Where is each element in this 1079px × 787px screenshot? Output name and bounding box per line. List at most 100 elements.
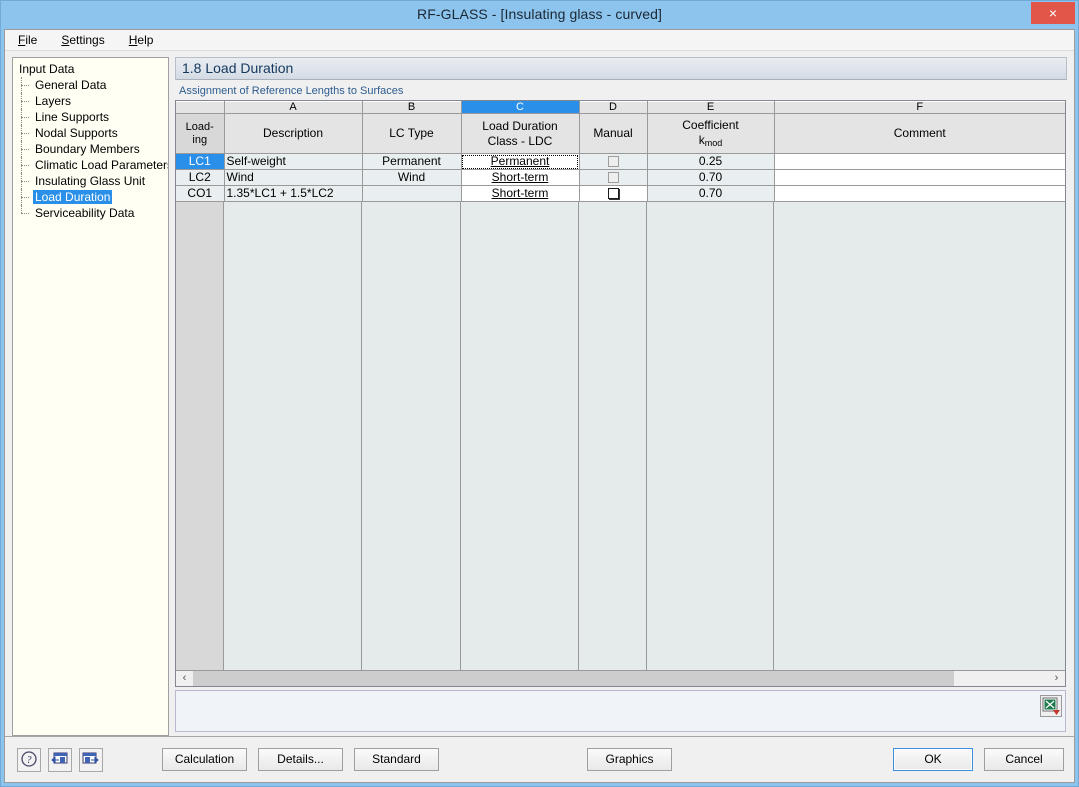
excel-export-icon[interactable] [1040, 695, 1062, 717]
cell-lc-type[interactable] [362, 185, 462, 202]
filler-col-a [224, 202, 362, 670]
graphics-button[interactable]: Graphics [587, 748, 672, 771]
header-load-duration-class: Load Duration Class - LDC [461, 113, 580, 154]
cell-ldc-text: Permanent [490, 154, 550, 168]
standard-button[interactable]: Standard [354, 748, 439, 771]
sidebar-item-general-data[interactable]: General Data [17, 77, 166, 93]
help-icon[interactable]: ? [17, 747, 41, 772]
filler-col-d [579, 202, 647, 670]
cell-ldc[interactable]: Permanent [461, 153, 580, 170]
column-header-d[interactable]: D [579, 101, 648, 114]
sidebar-item-line-supports[interactable]: Line Supports [17, 109, 166, 125]
scroll-right-arrow-icon[interactable]: › [1048, 671, 1065, 686]
application-window: RF-GLASS - [Insulating glass - curved] ×… [0, 0, 1079, 787]
cell-manual[interactable] [579, 153, 648, 170]
cell-comment[interactable] [774, 153, 1065, 170]
page-title: 1.8 Load Duration [175, 57, 1067, 80]
navigation-tree[interactable]: Input Data General Data Layers Line Supp… [12, 57, 169, 736]
next-window-icon[interactable] [79, 747, 103, 772]
header-comment: Comment [774, 113, 1065, 154]
table-row[interactable]: LC1 Self-weight Permanent Permanent 0.25 [176, 153, 1065, 170]
filler-col-e [647, 202, 774, 670]
previous-window-icon[interactable] [48, 747, 72, 772]
data-grid[interactable]: A B C D E F Load-ing Description LC Type… [175, 100, 1066, 687]
column-header-b[interactable]: B [362, 101, 462, 114]
client-area: File Settings Help Input Data General Da… [4, 29, 1075, 783]
filler-col-b [362, 202, 461, 670]
cell-manual[interactable] [579, 169, 648, 186]
cell-ldc-text: Short-term [491, 186, 549, 200]
cell-manual[interactable] [579, 185, 648, 202]
cell-lc-type[interactable]: Wind [362, 169, 462, 186]
excel-export-glyph [1042, 697, 1060, 715]
cell-comment[interactable] [774, 169, 1065, 186]
header-manual-label: Manual [593, 126, 633, 140]
filler-col-c [461, 202, 579, 670]
scroll-left-arrow-icon[interactable]: ‹ [176, 671, 193, 686]
column-header-e[interactable]: E [647, 101, 775, 114]
row-id-co1[interactable]: CO1 [176, 185, 225, 202]
cell-kmod[interactable]: 0.70 [647, 169, 775, 186]
sidebar-item-nodal-supports[interactable]: Nodal Supports [17, 125, 166, 141]
sidebar-item-climatic-load-parameters[interactable]: Climatic Load Parameters [17, 157, 169, 173]
cell-kmod[interactable]: 0.25 [647, 153, 775, 170]
column-letter-row: A B C D E F [176, 101, 1065, 114]
header-coefficient-kmod: Coefficient kmod [647, 113, 775, 154]
ok-button[interactable]: OK [893, 748, 973, 771]
header-manual: Manual [579, 113, 648, 154]
details-button[interactable]: Details... [258, 748, 343, 771]
sidebar-item-load-duration[interactable]: Load Duration [17, 189, 166, 205]
cell-lc-type[interactable]: Permanent [362, 153, 462, 170]
cell-ldc[interactable]: Short-term [461, 185, 580, 202]
column-caption-row: Load-ing Description LC Type Load Durati… [176, 113, 1065, 154]
grid-empty-area[interactable] [176, 202, 1065, 670]
group-caption: Assignment of Reference Lengths to Surfa… [179, 85, 404, 97]
sidebar-item-layers[interactable]: Layers [17, 93, 166, 109]
row-id-lc1[interactable]: LC1 [176, 153, 225, 170]
grid-corner[interactable] [176, 101, 225, 114]
column-header-f[interactable]: F [774, 101, 1065, 114]
scrollbar-thumb[interactable] [193, 671, 954, 686]
cell-kmod[interactable]: 0.70 [647, 185, 775, 202]
cell-ldc[interactable]: Short-term [461, 169, 580, 186]
manual-checkbox[interactable] [607, 171, 619, 183]
header-kmod-subscript: mod [704, 138, 723, 148]
bottom-button-bar: ? Calculation Details... Standard Graphi… [5, 736, 1074, 782]
column-header-c[interactable]: C [461, 101, 580, 114]
graphics-buttons-group: Graphics [587, 748, 683, 771]
scrollbar-track[interactable] [193, 671, 1048, 686]
sidebar-item-boundary-members[interactable]: Boundary Members [17, 141, 166, 157]
cancel-button[interactable]: Cancel [984, 748, 1064, 771]
menu-settings[interactable]: Settings [58, 31, 107, 49]
header-ldc-line1: Load Duration [482, 118, 558, 133]
table-row[interactable]: LC2 Wind Wind Short-term 0.70 [176, 169, 1065, 186]
menu-file[interactable]: File [15, 31, 40, 49]
table-row[interactable]: CO1 1.35*LC1 + 1.5*LC2 Short-term 0.70 [176, 185, 1065, 202]
cell-description[interactable]: 1.35*LC1 + 1.5*LC2 [224, 185, 363, 202]
menu-help[interactable]: Help [126, 31, 157, 49]
cell-description[interactable]: Self-weight [224, 153, 363, 170]
column-header-a[interactable]: A [224, 101, 363, 114]
help-glyph: ? [21, 750, 37, 767]
calculation-button[interactable]: Calculation [162, 748, 247, 771]
close-button[interactable]: × [1031, 2, 1075, 24]
horizontal-scrollbar[interactable]: ‹ › [176, 670, 1065, 686]
cell-ldc-text: Short-term [491, 170, 549, 184]
sidebar-item-serviceability-data[interactable]: Serviceability Data [17, 205, 166, 221]
main-panel: 1.8 Load Duration Assignment of Referenc… [175, 57, 1067, 736]
next-window-glyph [82, 752, 99, 764]
sidebar-item-insulating-glass-unit[interactable]: Insulating Glass Unit [17, 173, 166, 189]
sidebar-item-label: Insulating Glass Unit [35, 174, 146, 188]
cell-description[interactable]: Wind [224, 169, 363, 186]
tree-root-input-data[interactable]: Input Data [17, 61, 166, 77]
header-lc-type-label: LC Type [389, 126, 434, 140]
sidebar-item-label: Boundary Members [35, 142, 140, 156]
manual-checkbox[interactable] [607, 155, 619, 167]
sidebar-item-label: Climatic Load Parameters [35, 158, 169, 172]
cell-comment[interactable] [774, 185, 1065, 202]
header-description-label: Description [262, 126, 324, 140]
manual-checkbox[interactable] [607, 187, 619, 199]
header-description: Description [224, 113, 363, 154]
message-strip [175, 690, 1066, 732]
row-id-lc2[interactable]: LC2 [176, 169, 225, 186]
